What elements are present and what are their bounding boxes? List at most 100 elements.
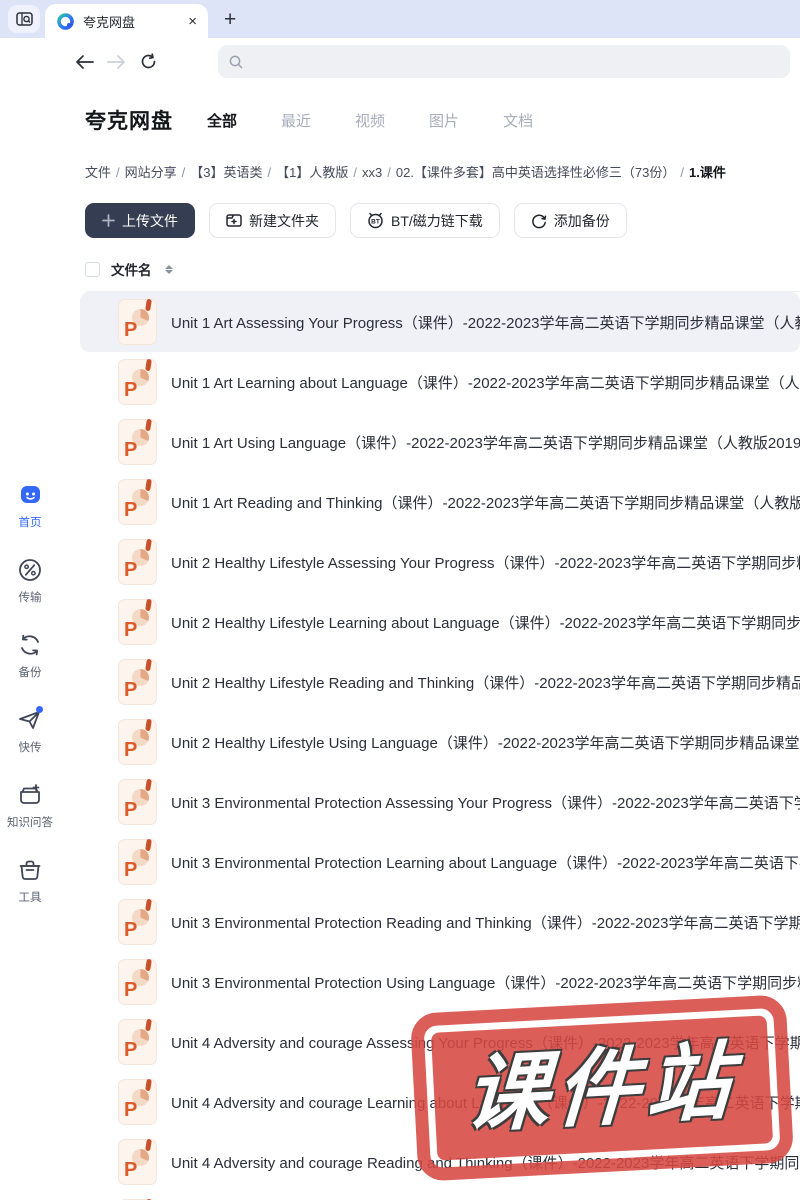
ppt-file-icon: P [118,778,157,825]
tab-close-icon[interactable]: × [188,14,197,29]
sidebar-item-quick-transfer[interactable]: 快传 [16,706,44,755]
ppt-file-icon: P [118,418,157,465]
breadcrumb-separator: / [680,165,685,180]
file-row[interactable]: P Unit 3 Environmental Protection Learni… [80,832,800,892]
file-row[interactable]: P Unit 1 Art Learning about Language（课件）… [80,352,800,412]
sidebar-item-home[interactable]: 首页 [16,481,44,530]
ppt-letter: P [124,559,138,581]
ppt-corner-fold [145,358,152,372]
ppt-file-icon: P [118,658,157,705]
ppt-letter: P [124,379,138,401]
refresh-icon[interactable] [138,52,158,72]
transfer-icon [16,556,44,584]
browser-tab-strip: 夸克网盘 × + [0,0,800,38]
file-row[interactable]: P Unit 1 Art Using Language（课件）-2022-202… [80,412,800,472]
ppt-corner-fold [145,538,152,552]
filename-column-header: 文件名 [111,263,152,278]
file-row[interactable]: P Unit 4 Adversity and courage Reading a… [80,1132,800,1192]
ppt-corner-fold [145,418,152,432]
file-name: Unit 1 Art Assessing Your Progress（课件）-2… [171,314,800,332]
breadcrumb-item[interactable]: 【3】英语类 [190,165,262,180]
file-row[interactable]: P Unit 1 Art Assessing Your Progress（课件）… [80,292,800,352]
new-tab-icon[interactable]: + [224,9,236,30]
breadcrumb-item-current: 1.课件 [689,165,726,180]
search-input[interactable] [251,54,790,69]
file-list: P Unit 1 Art Assessing Your Progress（课件）… [80,292,800,1200]
file-row[interactable]: P Unit 2 Healthy Lifestyle Learning abou… [80,592,800,652]
breadcrumb-item[interactable]: 文件 [85,165,111,180]
ppt-letter: P [124,439,138,461]
breadcrumb-item[interactable]: xx3 [362,165,382,180]
ppt-letter: P [124,739,138,761]
ppt-file-icon: P [118,298,157,345]
file-row[interactable]: P [80,1192,800,1200]
file-name: Unit 1 Art Learning about Language（课件）-2… [171,374,800,392]
sidebar-item-label: 知识问答 [7,817,53,829]
bt-magnet-download-button[interactable]: BT BT/磁力链下载 [350,203,500,238]
ppt-file-icon: P [118,358,157,405]
main-content: 夸克网盘 全部 最近 视频 图片 文档 文件 / 网站分享 / 【3】英语类 / 【1】人教… [60,85,800,1200]
plus-icon [102,214,115,227]
file-name: Unit 4 Adversity and courage Reading and… [171,1154,800,1172]
file-name: Unit 2 Healthy Lifestyle Learning about … [171,614,800,632]
ppt-corner-fold [145,1138,152,1152]
file-row[interactable]: P Unit 3 Environmental Protection Using … [80,952,800,1012]
file-row[interactable]: P Unit 2 Healthy Lifestyle Assessing You… [80,532,800,592]
ppt-letter: P [124,619,138,641]
file-row[interactable]: P Unit 4 Adversity and courage Assessing… [80,1012,800,1072]
file-name: Unit 4 Adversity and courage Assessing Y… [171,1034,800,1052]
tab-recent[interactable]: 最近 [281,110,311,131]
breadcrumb-item[interactable]: 02.【课件多套】高中英语选择性必修三（73份） [396,165,676,180]
sidebar-item-knowledge-qa[interactable]: 知识问答 [7,781,53,830]
file-row[interactable]: P Unit 4 Adversity and courage Learning … [80,1072,800,1132]
ppt-file-icon: P [118,478,157,525]
breadcrumb-separator: / [387,165,391,180]
ppt-letter: P [124,859,138,881]
ppt-corner-fold [145,598,152,612]
ppt-file-icon: P [118,718,157,765]
file-row[interactable]: P Unit 1 Art Reading and Thinking（课件）-20… [80,472,800,532]
tab-images[interactable]: 图片 [429,110,459,131]
sidebar-item-transfer[interactable]: 传输 [16,556,44,605]
upload-file-button[interactable]: 上传文件 [85,203,195,238]
ppt-letter: P [124,979,138,1001]
file-row[interactable]: P Unit 2 Healthy Lifestyle Reading and T… [80,652,800,712]
browser-tab[interactable]: 夸克网盘 × [45,4,208,38]
file-name: Unit 3 Environmental Protection Assessin… [171,794,800,812]
ppt-corner-fold [145,1078,152,1092]
file-name: Unit 4 Adversity and courage Learning ab… [171,1094,800,1112]
ppt-letter: P [124,1159,138,1181]
ppt-corner-fold [145,718,152,732]
select-all-checkbox[interactable] [85,261,100,277]
sidebar-item-backup[interactable]: 备份 [16,631,44,680]
breadcrumb-item[interactable]: 网站分享 [125,165,177,180]
view-tabs: 全部 最近 视频 图片 文档 [207,110,533,131]
sort-icon[interactable] [164,264,173,274]
back-icon[interactable] [74,52,94,72]
tab-videos[interactable]: 视频 [355,110,385,131]
tab-documents[interactable]: 文档 [503,110,533,131]
address-search-bar[interactable] [218,45,790,78]
tab-search-button[interactable] [8,5,40,33]
file-row[interactable]: P Unit 3 Environmental Protection Assess… [80,772,800,832]
ppt-file-icon: P [118,598,157,645]
file-row[interactable]: P Unit 3 Environmental Protection Readin… [80,892,800,952]
bt-icon: BT [367,212,384,229]
tab-all[interactable]: 全部 [207,110,237,131]
ppt-letter: P [124,319,138,341]
breadcrumb-item[interactable]: 【1】人教版 [276,165,348,180]
ppt-file-icon: P [118,958,157,1005]
window-search-icon [15,11,33,26]
svg-text:BT: BT [371,219,380,226]
file-row[interactable]: P Unit 2 Healthy Lifestyle Using Languag… [80,712,800,772]
breadcrumb: 文件 / 网站分享 / 【3】英语类 / 【1】人教版 / xx3 / 02.【课件多套】高中英语选… [85,162,800,181]
ppt-letter: P [124,1099,138,1121]
backup-sync-icon [16,631,44,659]
new-folder-button[interactable]: 新建文件夹 [209,203,336,238]
sync-circle-icon [531,213,547,229]
sidebar-item-tools[interactable]: 工具 [16,856,44,905]
add-backup-button[interactable]: 添加备份 [513,203,627,238]
ppt-corner-fold [145,838,152,852]
ppt-letter: P [124,1039,138,1061]
forward-icon[interactable] [106,52,126,72]
